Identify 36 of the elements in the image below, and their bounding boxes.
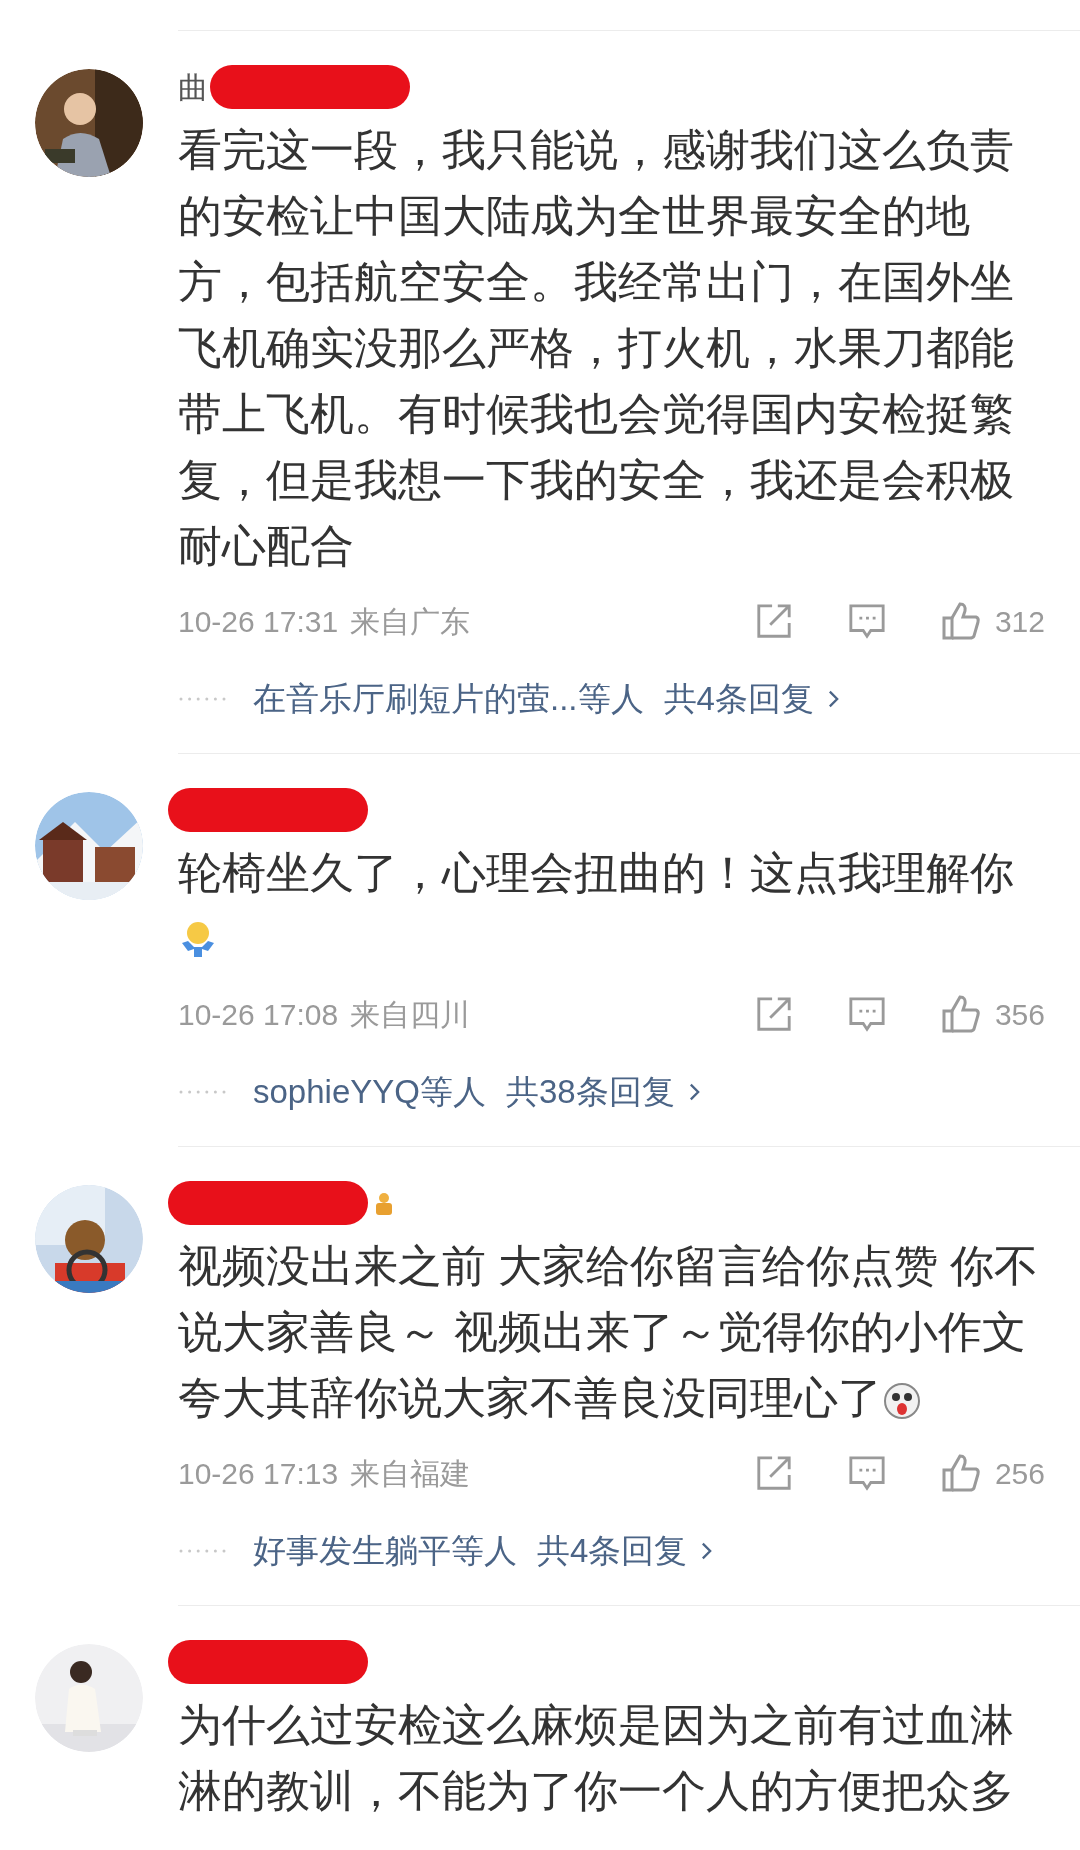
comment-text: 看完这一段，我只能说，感谢我们这么负责的安检让中国大陆成为全世界最安全的地方，包括航空安全。我经常出门，在国外坐飞机确实没那么严格，打火机，水果刀都能带上飞机。有时候我也会觉得国内安检挺繁复，但是我想一下我的安全，我还是会积极耐心配合: [178, 124, 1015, 572]
reply-users[interactable]: sophieYYQ等人: [253, 1067, 486, 1117]
share-icon[interactable]: [754, 1454, 793, 1492]
like-icon[interactable]: [940, 601, 981, 641]
chevron-right-icon: [827, 689, 839, 709]
comment-icon[interactable]: [847, 995, 886, 1033]
comment-text: 视频没出来之前 大家给你留言给你点赞 你不说大家善良～ 视频出来了～觉得你的小作文夸大其辞你说大家不善良没同理心了: [178, 1240, 1040, 1424]
like-icon[interactable]: [940, 1453, 981, 1493]
like-count: 312: [994, 603, 1045, 640]
comment-time: 10-26 17:31: [178, 603, 339, 640]
reply-count-link[interactable]: 共38条回复: [505, 1067, 700, 1117]
comment-location: 来自福建: [350, 1455, 471, 1492]
chevron-right-icon: [701, 1541, 713, 1561]
comment-time: 10-26 17:13: [178, 1455, 339, 1492]
reply-users[interactable]: 好事发生躺平等人: [253, 1526, 517, 1576]
emoji-icon: [882, 1381, 922, 1422]
dotted-line-icon: [178, 1549, 228, 1553]
comment-icon[interactable]: [847, 602, 886, 640]
dotted-line-icon: [178, 1090, 228, 1094]
like-count: 256: [994, 1455, 1045, 1492]
like-count: 356: [994, 996, 1045, 1033]
reply-count-link[interactable]: 共4条回复: [537, 1526, 713, 1576]
dotted-line-icon: [178, 697, 228, 701]
share-icon[interactable]: [754, 602, 793, 640]
reply-users[interactable]: 在音乐厅刷短片的萤...等人: [253, 674, 644, 724]
reply-count-link[interactable]: 共4条回复: [663, 674, 839, 724]
comment-text: 为什么过安检这么麻烦是因为之前有过血淋淋的教训，不能为了你一个人的方便把众多: [178, 1699, 1015, 1817]
comment-text: 轮椅坐久了，心理会扭曲的！这点我理解你: [178, 847, 1015, 899]
comment-location: 来自广东: [350, 603, 471, 640]
chevron-right-icon: [688, 1082, 700, 1102]
comment-time: 10-26 17:08: [178, 996, 339, 1033]
comment-location: 来自四川: [350, 996, 471, 1033]
like-icon[interactable]: [940, 994, 981, 1034]
share-icon[interactable]: [754, 995, 793, 1033]
username[interactable]: 曲: [178, 64, 208, 110]
comment-icon[interactable]: [847, 1454, 886, 1492]
